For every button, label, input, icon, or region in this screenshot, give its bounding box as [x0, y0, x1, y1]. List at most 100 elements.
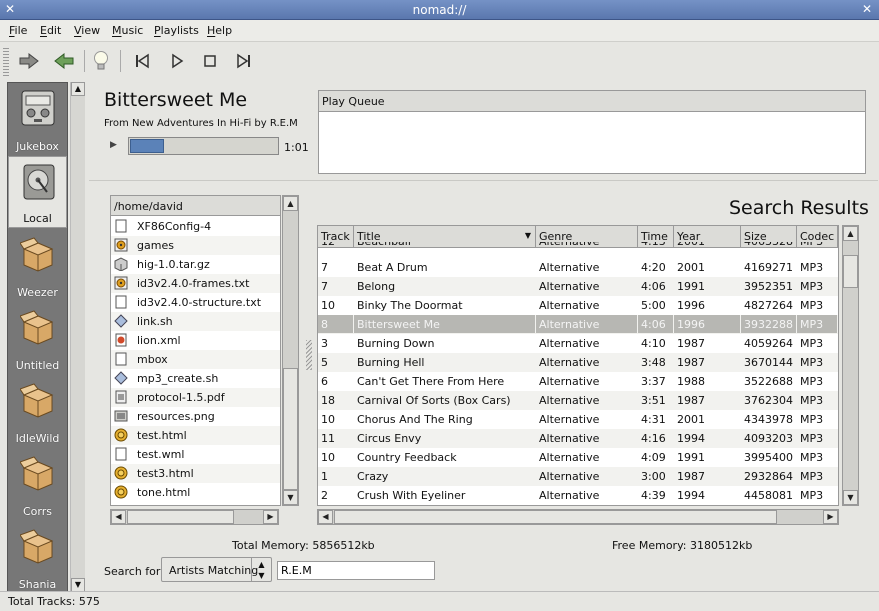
file-name: tone.html	[137, 486, 191, 499]
file-list-item[interactable]: protocol-1.5.pdf	[111, 388, 280, 407]
sidebar-item-untitled[interactable]: Untitled	[8, 302, 67, 374]
search-results-table: TrackTitle▼GenreTimeYearSizeCodec 12Beac…	[317, 225, 839, 506]
search-input[interactable]	[277, 561, 435, 580]
table-cell: 10	[321, 413, 335, 426]
sidebar-item-corrs[interactable]: Corrs	[8, 448, 67, 520]
file-list-item[interactable]: XF86Config-4	[111, 217, 280, 236]
scroll-left-icon[interactable]: ◀	[111, 510, 126, 524]
sidebar-scrollbar[interactable]: ▲ ▼	[70, 82, 85, 592]
toolbar-grip[interactable]	[3, 48, 9, 76]
table-cell: 4827264	[744, 299, 793, 312]
next-track-icon[interactable]	[233, 50, 255, 72]
lightbulb-icon[interactable]	[90, 50, 112, 72]
table-cell: Alternative	[539, 261, 600, 274]
table-row[interactable]: 12BeachballAlternative4:1320014063328MP3	[318, 242, 838, 249]
close-icon[interactable]: ✕	[862, 2, 872, 16]
table-cell: 1991	[677, 451, 705, 464]
menu-view[interactable]: View	[74, 24, 100, 37]
sidebar-item-idlewild[interactable]: IdleWild	[8, 375, 67, 447]
file-list-item[interactable]: tone.html	[111, 483, 280, 502]
scroll-thumb[interactable]	[127, 510, 234, 524]
table-cell: 4093203	[744, 432, 793, 445]
scroll-right-icon[interactable]: ▶	[823, 510, 838, 524]
table-cell: 12	[318, 242, 354, 249]
table-cell: 3670144	[744, 356, 793, 369]
table-row[interactable]: 11 Circus Envy Alternative 4:16 1994 4093203 M…	[318, 429, 838, 448]
scroll-thumb[interactable]	[283, 368, 298, 490]
file-list-item[interactable]: link.sh	[111, 312, 280, 331]
table-row[interactable]: 3 Burning Down Alternative 4:10 1987 4059264 M…	[318, 334, 838, 353]
file-list-item[interactable]: test3.html	[111, 464, 280, 483]
track-progress-fill	[130, 139, 164, 153]
scroll-down-icon[interactable]: ▼	[71, 578, 85, 592]
file-browser-path[interactable]: /home/david	[111, 196, 280, 216]
spin-arrows-icon[interactable]: ▲ ▼	[251, 558, 271, 581]
previous-track-icon[interactable]	[131, 50, 153, 72]
menu-file[interactable]: File	[9, 24, 27, 37]
play-queue-header[interactable]: Play Queue	[319, 91, 865, 112]
table-row[interactable]: 10 Country Feedback Alternative 4:09 1991 399…	[318, 448, 838, 467]
forward-arrow-icon[interactable]	[18, 50, 40, 72]
scroll-down-icon[interactable]: ▼	[843, 490, 858, 505]
file-list-item[interactable]: id3v2.4.0-structure.txt	[111, 293, 280, 312]
stop-icon[interactable]	[199, 50, 221, 72]
menu-edit[interactable]: Edit	[40, 24, 61, 37]
table-row[interactable]: 2 Crush With Eyeliner Alternative 4:39 1994 4…	[318, 486, 838, 505]
scroll-thumb[interactable]	[334, 510, 777, 524]
table-cell: Crush With Eyeliner	[357, 489, 466, 502]
table-row[interactable]: 5 Burning Hell Alternative 3:48 1987 3670144 M…	[318, 353, 838, 372]
play-icon[interactable]	[166, 50, 188, 72]
table-row[interactable]: 18 Carnival Of Sorts (Box Cars) Alternativ…	[318, 391, 838, 410]
sidebar-item-label: Local	[23, 212, 52, 225]
scroll-right-icon[interactable]: ▶	[263, 510, 278, 524]
results-hscrollbar[interactable]: ◀ ▶	[317, 509, 839, 525]
elapsed-time: 1:01	[284, 141, 309, 154]
scroll-down-icon[interactable]: ▼	[283, 490, 298, 505]
table-cell: MP3	[800, 375, 824, 388]
table-cell: 1987	[677, 394, 705, 407]
file-list-item[interactable]: hig-1.0.tar.gz	[111, 255, 280, 274]
back-arrow-icon[interactable]	[53, 50, 75, 72]
results-vscrollbar[interactable]: ▲ ▼	[842, 225, 859, 506]
table-cell: 1987	[677, 470, 705, 483]
file-list-item[interactable]: mbox	[111, 350, 280, 369]
scroll-up-icon[interactable]: ▲	[843, 226, 858, 241]
table-row[interactable]: 6 Can't Get There From Here Alternative 3:3…	[318, 372, 838, 391]
table-row[interactable]: 10 Binky The Doormat Alternative 5:00 1996 48…	[318, 296, 838, 315]
file-list-item[interactable]: id3v2.4.0-frames.txt	[111, 274, 280, 293]
window-titlebar[interactable]: ✕ nomad:// ✕	[0, 0, 879, 20]
scroll-up-icon[interactable]: ▲	[283, 196, 298, 211]
file-list-item[interactable]: test.html	[111, 426, 280, 445]
table-row[interactable]: 7 Beat A Drum Alternative 4:20 2001 4169271 MP…	[318, 258, 838, 277]
search-mode-select[interactable]: Artists Matching ▲ ▼	[161, 557, 272, 582]
file-list-item[interactable]: resources.png	[111, 407, 280, 426]
play-queue[interactable]: Play Queue	[318, 90, 866, 174]
table-cell: Alternative	[539, 413, 600, 426]
menu-help[interactable]: Help	[207, 24, 232, 37]
scroll-up-icon[interactable]: ▲	[71, 82, 85, 96]
table-row[interactable]: 7 Belong Alternative 4:06 1991 3952351 MP3	[318, 277, 838, 296]
pane-divider-handle[interactable]	[306, 340, 312, 370]
track-progress-bar[interactable]	[128, 137, 279, 155]
file-list-item[interactable]: games	[111, 236, 280, 255]
sidebar-item-local[interactable]: Local	[8, 156, 67, 228]
sidebar-item-label: Jukebox	[16, 140, 59, 153]
box-icon	[20, 456, 54, 491]
menu-playlists[interactable]: Playlists	[154, 24, 199, 37]
sidebar-item-jukebox[interactable]: Jukebox	[8, 83, 67, 155]
menu-music[interactable]: Music	[112, 24, 143, 37]
file-browser-vscrollbar[interactable]: ▲ ▼	[282, 195, 299, 506]
scroll-thumb[interactable]	[843, 255, 858, 288]
sidebar-item-shania[interactable]: Shania	[8, 521, 67, 593]
table-row[interactable]: 8 Bittersweet Me Alternative 4:06 1996 393228…	[318, 315, 838, 334]
scroll-left-icon[interactable]: ◀	[318, 510, 333, 524]
table-cell: MP3	[800, 337, 824, 350]
table-row[interactable]: 10 Chorus And The Ring Alternative 4:31 2001…	[318, 410, 838, 429]
file-list-item[interactable]: mp3_create.sh	[111, 369, 280, 388]
sidebar-item-weezer[interactable]: Weezer	[8, 229, 67, 301]
file-list-item[interactable]: test.wml	[111, 445, 280, 464]
file-browser-hscrollbar[interactable]: ◀ ▶	[110, 509, 279, 525]
box-icon	[20, 383, 54, 418]
file-list-item[interactable]: lion.xml	[111, 331, 280, 350]
table-row[interactable]: 1 Crazy Alternative 3:00 1987 2932864 MP3	[318, 467, 838, 486]
